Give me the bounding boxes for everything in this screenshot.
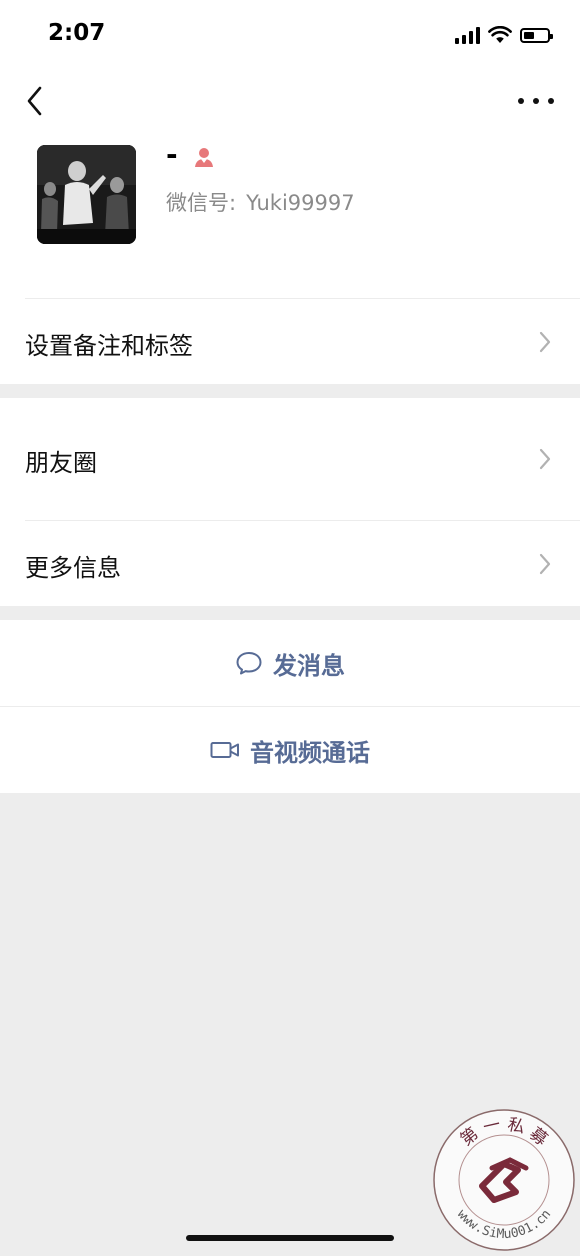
more-dots-icon bbox=[518, 98, 524, 104]
video-camera-icon bbox=[210, 742, 239, 758]
av-call-button[interactable]: 音视频通话 bbox=[0, 707, 580, 793]
moments-label: 朋友圈 bbox=[25, 449, 97, 477]
chevron-right-icon bbox=[539, 331, 551, 353]
avatar[interactable] bbox=[37, 145, 136, 244]
chevron-right-icon bbox=[539, 448, 551, 470]
remark-tags-label: 设置备注和标签 bbox=[25, 332, 193, 360]
watermark-seal: 第 一 私 募 www.SiMu001.cn bbox=[433, 1109, 575, 1251]
home-indicator[interactable] bbox=[186, 1235, 394, 1241]
wechat-id-label: 微信号: bbox=[166, 191, 237, 215]
chat-bubble-icon bbox=[236, 652, 262, 675]
chevron-right-icon bbox=[539, 553, 551, 575]
remark-tags-row[interactable]: 设置备注和标签 bbox=[0, 299, 580, 384]
female-icon bbox=[195, 148, 213, 167]
back-button[interactable] bbox=[20, 84, 50, 118]
av-call-label: 音视频通话 bbox=[250, 738, 370, 767]
status-icons bbox=[455, 24, 553, 46]
wifi-icon bbox=[488, 26, 512, 43]
status-time: 2:07 bbox=[48, 20, 106, 46]
profile-header: 2:07 - 微信号: Yuki99997 设置备注和标签 bbox=[0, 0, 580, 384]
more-info-row[interactable]: 更多信息 bbox=[0, 521, 580, 606]
menu-section: 朋友圈 更多信息 bbox=[0, 398, 580, 606]
wechat-id: 微信号: Yuki99997 bbox=[166, 187, 355, 217]
send-message-label: 发消息 bbox=[273, 651, 345, 680]
more-info-label: 更多信息 bbox=[25, 554, 121, 582]
battery-icon bbox=[520, 27, 553, 43]
more-options-button[interactable] bbox=[518, 88, 554, 114]
actions-section: 发消息 音视频通话 bbox=[0, 620, 580, 793]
send-message-button[interactable]: 发消息 bbox=[0, 620, 580, 706]
wechat-id-value: Yuki99997 bbox=[246, 191, 355, 215]
moments-row[interactable]: 朋友圈 bbox=[0, 398, 580, 520]
cellular-signal-icon bbox=[455, 26, 480, 44]
nickname: - bbox=[166, 138, 178, 171]
